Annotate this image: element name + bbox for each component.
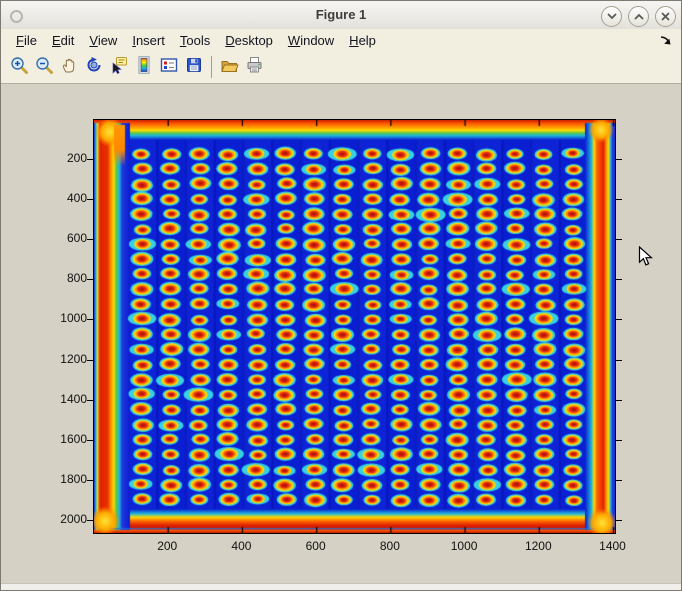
chevron-up-icon [634,13,644,20]
print-icon [245,56,264,79]
close-window-button[interactable] [655,6,676,27]
y-tick-mark [87,480,93,481]
y-tick-label: 1200 [43,353,87,366]
pan-button[interactable] [56,54,81,80]
figure-toolbar [1,51,681,84]
y-tick-label: 1600 [43,433,87,446]
y-tick-label: 1400 [43,393,87,406]
legend-icon [160,56,178,79]
menu-window[interactable]: Window [288,33,334,48]
mouse-cursor-icon [638,246,653,272]
zoom-out-button[interactable] [31,54,56,80]
heatmap-image [93,119,616,534]
menu-insert[interactable]: Insert [132,33,165,48]
y-tick-mark [87,279,93,280]
menu-help[interactable]: Help [349,33,376,48]
titlebar[interactable]: Figure 1 [1,1,681,30]
x-tick-label: 800 [368,540,412,553]
colorbar-button[interactable] [131,54,156,80]
y-tick-mark [616,520,622,521]
rotate-3d-button[interactable] [81,54,106,80]
toolbar-separator [211,56,212,78]
insert-legend-button[interactable] [156,54,181,80]
y-tick-mark [616,360,622,361]
y-tick-mark [616,199,622,200]
menu-tools[interactable]: Tools [180,33,210,48]
print-figure-button[interactable] [242,54,267,80]
y-tick-label: 200 [43,152,87,165]
close-icon [661,12,670,21]
open-file-button[interactable] [217,54,242,80]
save-figure-button[interactable] [181,54,206,80]
x-tick-label: 600 [294,540,338,553]
y-tick-label: 600 [43,232,87,245]
y-tick-mark [616,239,622,240]
unshade-window-button[interactable] [628,6,649,27]
x-tick-label: 1000 [442,540,486,553]
y-tick-mark [616,279,622,280]
zoom-in-button[interactable] [6,54,31,80]
y-tick-label: 800 [43,272,87,285]
y-tick-label: 1000 [43,312,87,325]
x-tick-label: 1200 [516,540,560,553]
y-tick-mark [87,440,93,441]
y-tick-mark [616,159,622,160]
window-title: Figure 1 [1,7,681,22]
y-tick-mark [616,480,622,481]
y-tick-mark [87,360,93,361]
data-cursor-button[interactable] [106,54,131,80]
y-tick-label: 1800 [43,473,87,486]
y-tick-mark [87,400,93,401]
y-tick-mark [87,159,93,160]
y-tick-mark [87,239,93,240]
rotate-3d-icon [85,56,103,79]
menu-edit[interactable]: Edit [52,33,74,48]
menu-file[interactable]: File [16,33,37,48]
menu-desktop[interactable]: Desktop [225,33,273,48]
y-tick-mark [616,400,622,401]
x-tick-label: 400 [219,540,263,553]
zoom-out-icon [35,56,53,79]
dock-figure-arrow-icon[interactable] [659,33,673,52]
menubar-items: File Edit View Insert Tools Desktop Window Help [1,33,376,48]
figure-area: Retry Continue / Finish 2004006008001000… [1,84,681,590]
chevron-down-icon [607,13,617,20]
y-tick-mark [616,319,622,320]
window-bottom-edge [1,583,681,590]
menu-view[interactable]: View [89,33,117,48]
y-tick-mark [87,319,93,320]
x-tick-label: 1400 [591,540,635,553]
pan-hand-icon [60,56,78,79]
open-folder-icon [220,56,239,79]
menubar: File Edit View Insert Tools Desktop Window Help [1,29,681,51]
y-tick-mark [616,440,622,441]
x-tick-label: 200 [145,540,189,553]
y-tick-label: 400 [43,192,87,205]
figure-window: Figure 1 File Edit View Insert Tools Desktop W… [0,0,682,591]
save-icon [185,56,203,79]
data-cursor-icon [110,56,128,79]
zoom-in-icon [10,56,28,79]
shade-window-button[interactable] [601,6,622,27]
y-tick-mark [87,520,93,521]
colorbar-icon [135,56,153,79]
y-tick-mark [87,199,93,200]
y-tick-label: 2000 [43,513,87,526]
